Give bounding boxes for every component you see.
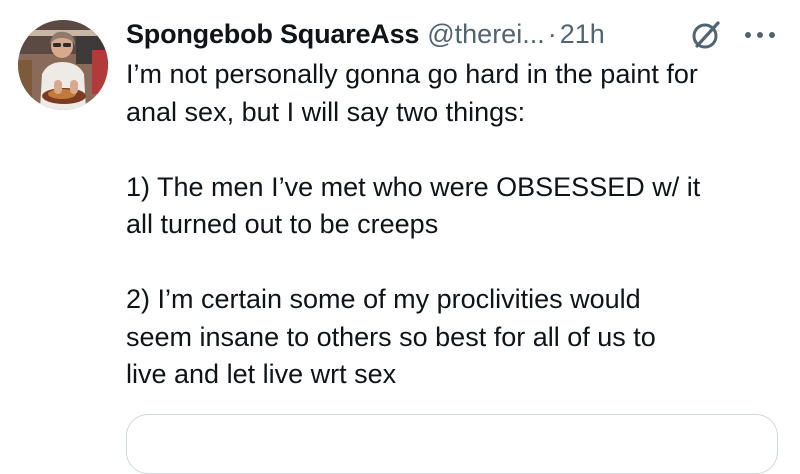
separator-dot: · [547,18,557,49]
grok-icon[interactable] [689,18,723,52]
tweet-text-line: all turned out to be creeps [126,209,439,239]
tweet-text-line: live and let live wrt sex [126,359,397,389]
tweet-text-line: seem insane to others so best for all of… [126,321,656,352]
tweet-header: Spongebob SquareAss @therei... · 21h [126,14,786,54]
tweet-text-line: 2) I’m certain some of my proclivities w… [126,284,641,314]
avatar[interactable] [18,20,108,110]
timestamp[interactable]: 21h [560,19,605,50]
display-name[interactable]: Spongebob SquareAss [126,19,419,50]
tweet-text-line: I’m not personally gonna go hard in the … [126,59,698,89]
user-handle[interactable]: @therei... [427,19,544,50]
tweet-text-line: anal sex, but I will say two things: [126,96,526,127]
tweet-text: I’m not personally gonna go hard in the … [126,56,794,394]
more-options-icon[interactable] [742,26,778,44]
tweet-text-line: 1) The men I’ve met who were OBSESSED w/… [126,171,701,202]
tweet[interactable]: Spongebob SquareAss @therei... · 21h I’m… [0,0,800,474]
embedded-card[interactable] [126,414,778,474]
